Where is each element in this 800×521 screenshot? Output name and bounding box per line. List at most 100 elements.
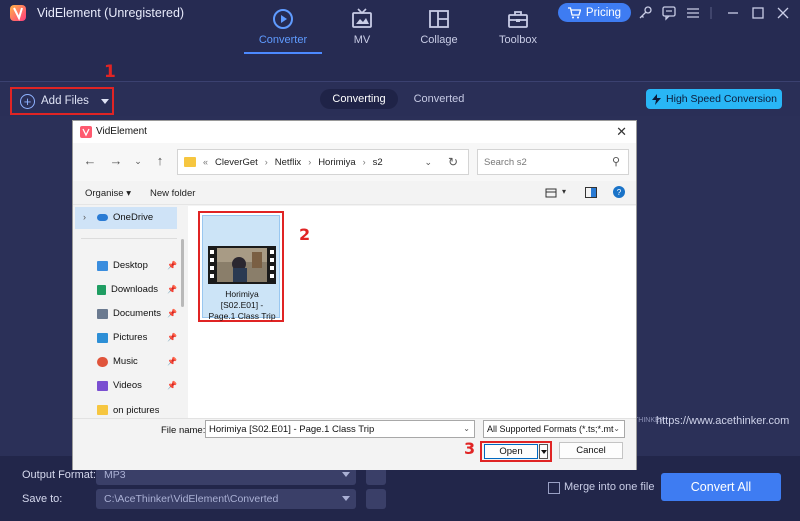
open-button[interactable]: Open bbox=[484, 444, 538, 459]
tab-toolbox-label: Toolbox bbox=[499, 34, 537, 46]
tab-converting[interactable]: Converting bbox=[320, 89, 398, 109]
tab-toolbox[interactable]: Toolbox bbox=[482, 8, 554, 54]
sidebar-scrollbar[interactable] bbox=[181, 239, 184, 307]
forward-arrow-icon[interactable]: → bbox=[109, 154, 123, 168]
up-arrow-icon[interactable]: ↑ bbox=[153, 154, 167, 168]
search-input[interactable]: Search s2 ⚲ bbox=[477, 149, 629, 175]
plus-icon: + bbox=[20, 93, 35, 109]
breadcrumb-item[interactable]: CleverGet bbox=[215, 157, 258, 168]
svg-text:?: ? bbox=[617, 188, 622, 197]
file-item[interactable]: Horimiya [S02.E01] - Page.1 Class Trip bbox=[198, 211, 284, 322]
sidebar-item-desktop[interactable]: Desktop bbox=[97, 260, 148, 271]
save-to-field[interactable]: C:\AceThinker\VidElement\Converted bbox=[96, 489, 356, 509]
recent-chevron-icon[interactable]: ⌄ bbox=[131, 154, 145, 168]
open-split-dropdown[interactable] bbox=[539, 444, 548, 459]
high-speed-conversion-button[interactable]: High Speed Conversion bbox=[646, 89, 782, 109]
sidebar-item-music[interactable]: Music bbox=[97, 356, 138, 367]
sidebar-item-onedrive[interactable]: OneDrive bbox=[97, 212, 153, 223]
help-icon[interactable]: ? bbox=[613, 186, 625, 198]
maximize-icon[interactable] bbox=[750, 5, 766, 21]
sidebar-item-label: on pictures bbox=[113, 404, 160, 416]
tab-mv[interactable]: MV bbox=[326, 8, 398, 54]
key-icon[interactable] bbox=[637, 5, 653, 21]
video-file-thumbnail bbox=[208, 246, 276, 284]
chevron-right-icon: › bbox=[362, 157, 366, 167]
lightning-icon bbox=[652, 93, 662, 105]
chevron-down-icon: ⌄ bbox=[613, 424, 620, 433]
pricing-button[interactable]: Pricing bbox=[558, 3, 631, 22]
pin-icon: 📌 bbox=[167, 309, 177, 318]
merge-checkbox[interactable] bbox=[548, 482, 560, 494]
open-folder-icon[interactable] bbox=[366, 489, 386, 509]
pin-icon: 📌 bbox=[167, 333, 177, 342]
file-type-select[interactable]: All Supported Formats (*.ts;*.mt ⌄ bbox=[483, 420, 625, 438]
chevron-down-icon[interactable] bbox=[100, 98, 109, 104]
sidebar-item-pictures[interactable]: Pictures bbox=[97, 332, 147, 343]
address-bar[interactable]: « CleverGet › Netflix › Horimiya › s2 ⌄ … bbox=[177, 149, 469, 175]
save-to-value: C:\AceThinker\VidElement\Converted bbox=[104, 493, 279, 505]
file-name-line: Horimiya bbox=[225, 289, 259, 299]
app-logo-icon bbox=[80, 126, 92, 138]
divider bbox=[81, 238, 177, 239]
pin-icon: 📌 bbox=[167, 357, 177, 366]
pin-icon: 📌 bbox=[167, 381, 177, 390]
dialog-close-icon[interactable]: ✕ bbox=[616, 124, 627, 140]
folder-icon bbox=[184, 157, 196, 167]
collage-icon bbox=[429, 10, 449, 28]
sidebar-item-label: Desktop bbox=[113, 260, 148, 271]
chevron-down-icon[interactable]: ▾ bbox=[562, 187, 566, 196]
sidebar-item-label: Pictures bbox=[113, 332, 148, 343]
search-icon: ⚲ bbox=[611, 156, 620, 168]
sidebar-item-downloads[interactable]: Downloads bbox=[97, 284, 158, 295]
separator-icon bbox=[710, 7, 712, 19]
dialog-title: VidElement bbox=[96, 126, 147, 137]
chevron-right-icon: › bbox=[308, 157, 312, 167]
minimize-icon[interactable] bbox=[725, 5, 741, 21]
breadcrumb-item[interactable]: Horimiya bbox=[318, 157, 355, 168]
file-name-line: [S02.E01] - bbox=[220, 300, 264, 310]
app-logo-icon bbox=[10, 5, 26, 21]
back-arrow-icon[interactable]: ← bbox=[83, 154, 97, 168]
organise-button[interactable]: Organise ▾ bbox=[85, 188, 131, 199]
active-tab-indicator bbox=[244, 52, 322, 54]
chevron-right-icon[interactable]: › bbox=[83, 212, 86, 222]
view-options-icon[interactable] bbox=[545, 188, 557, 198]
file-type-value: All Supported Formats (*.ts;*.mt bbox=[487, 424, 614, 434]
sidebar-item-on-pictures[interactable]: on pictures bbox=[97, 404, 159, 416]
videos-icon bbox=[97, 380, 108, 391]
sidebar-item-label: Videos bbox=[113, 380, 142, 391]
main-nav bbox=[0, 26, 800, 82]
tab-mv-label: MV bbox=[353, 34, 371, 46]
file-item-name: Horimiya [S02.E01] - Page.1 Class Trip bbox=[205, 289, 279, 322]
breadcrumb-item[interactable]: s2 bbox=[373, 157, 383, 168]
tab-converted[interactable]: Converted bbox=[404, 89, 474, 109]
sidebar-item-label: Downloads bbox=[111, 284, 158, 295]
cancel-button[interactable]: Cancel bbox=[559, 442, 623, 459]
mv-icon bbox=[352, 8, 372, 28]
sidebar-item-documents[interactable]: Documents bbox=[97, 308, 161, 319]
file-name-input[interactable]: Horimiya [S02.E01] - Page.1 Class Trip ⌄ bbox=[205, 420, 475, 438]
chevron-down-icon[interactable]: ⌄ bbox=[463, 424, 470, 433]
feedback-icon[interactable] bbox=[661, 5, 677, 21]
downloads-icon bbox=[97, 284, 106, 295]
chevron-down-icon[interactable]: ⌄ bbox=[424, 157, 432, 168]
tab-collage[interactable]: Collage bbox=[403, 8, 475, 54]
new-folder-button[interactable]: New folder bbox=[150, 188, 195, 199]
output-format-label: Output Format: bbox=[22, 469, 96, 481]
chevron-down-icon bbox=[342, 472, 350, 477]
chevron-right-icon: › bbox=[264, 157, 268, 167]
tab-converter[interactable]: Converter bbox=[247, 8, 319, 54]
close-icon[interactable] bbox=[775, 5, 791, 21]
annotation-step-3: 3 bbox=[464, 439, 476, 458]
website-link[interactable]: https://www.acethinker.com bbox=[656, 415, 789, 427]
add-files-button[interactable]: + Add Files bbox=[10, 87, 114, 115]
pictures-icon bbox=[97, 332, 108, 343]
refresh-icon[interactable]: ↻ bbox=[448, 155, 458, 169]
preview-pane-icon[interactable] bbox=[585, 187, 597, 198]
menu-icon[interactable] bbox=[685, 5, 701, 21]
music-icon bbox=[97, 356, 108, 367]
sidebar-item-videos[interactable]: Videos bbox=[97, 380, 142, 391]
open-file-dialog: VidElement ✕ ← → ⌄ ↑ « CleverGet › Netfl… bbox=[72, 120, 637, 470]
convert-all-button[interactable]: Convert All bbox=[661, 473, 781, 501]
breadcrumb-item[interactable]: Netflix bbox=[275, 157, 301, 168]
